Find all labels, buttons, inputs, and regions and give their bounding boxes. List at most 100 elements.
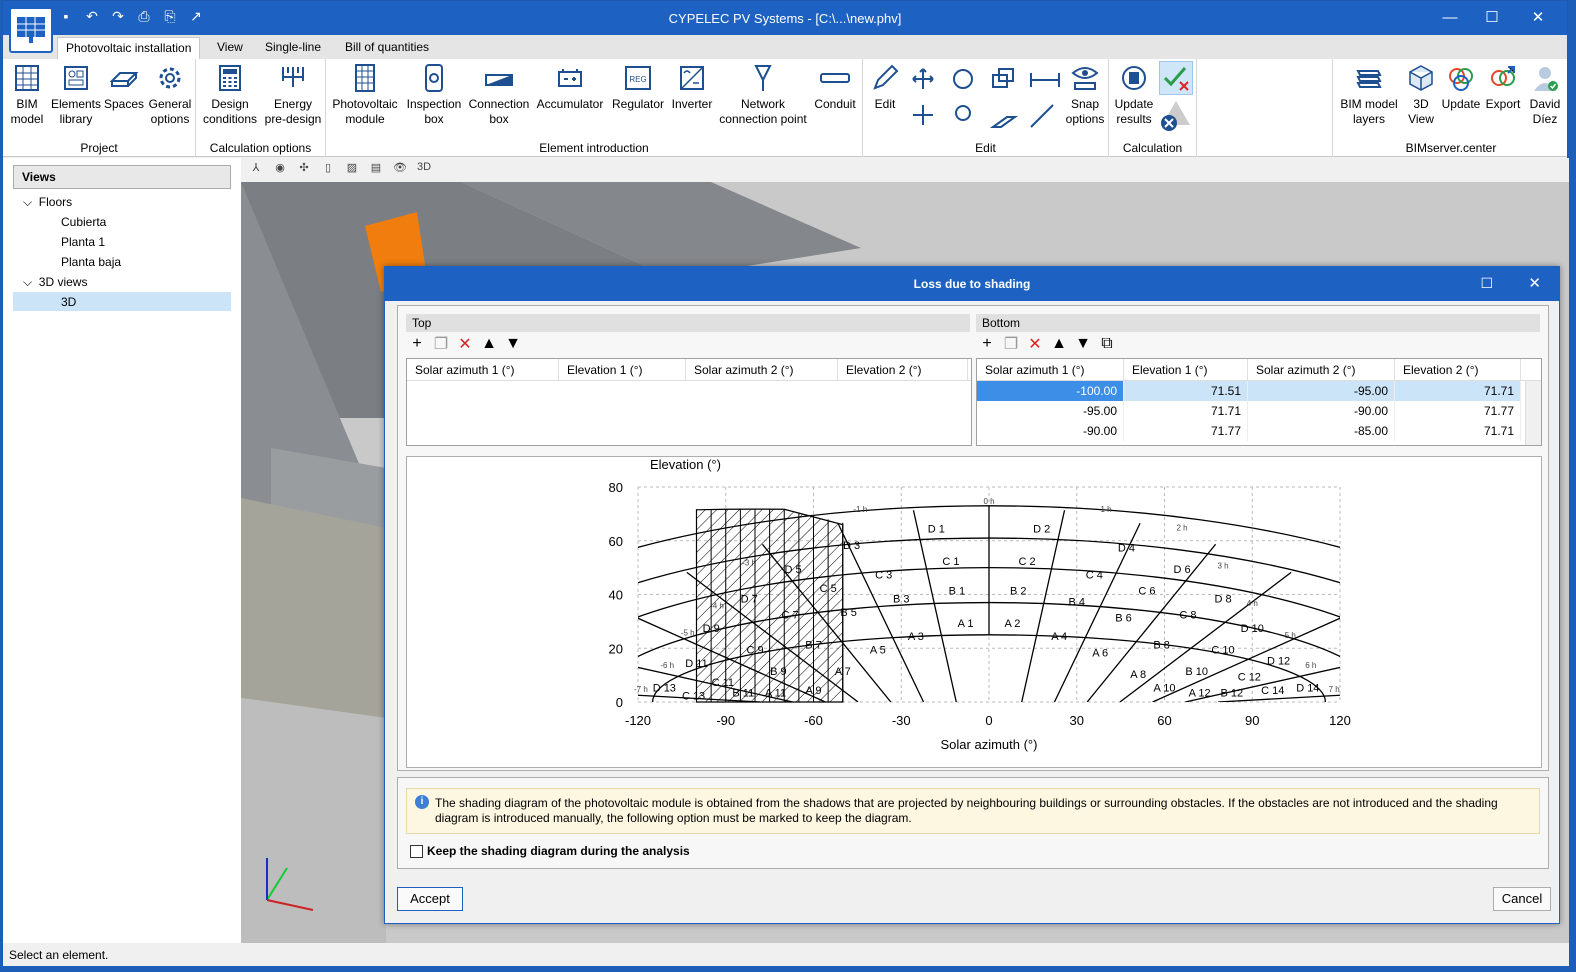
inverter-button[interactable]: Inverter [668, 63, 716, 112]
pencil-icon [873, 64, 899, 90]
cancel-button[interactable]: Cancel [1493, 887, 1551, 911]
shading-panel: Top + ❐ ✕ ▲ ▼ Solar azimuth 1 (°) Elevation … [397, 305, 1549, 771]
wire-icon[interactable]: ▤ [367, 161, 385, 179]
connection-box-button[interactable]: Connection box [466, 63, 532, 127]
tab-photovoltaic-installation[interactable]: Photovoltaic installation [57, 37, 201, 59]
visibility-icon[interactable]: ◉ [271, 161, 289, 179]
zone-label: C 2 [1018, 556, 1035, 568]
table-cell[interactable]: 71.51 [1124, 381, 1248, 401]
move-up-icon[interactable]: ▲ [1050, 335, 1068, 353]
keep-diagram-checkbox[interactable] [410, 844, 423, 858]
tree-item-planta-1[interactable]: Planta 1 [61, 235, 105, 249]
maximize-button[interactable]: ☐ [1477, 7, 1507, 29]
table-cell[interactable]: -90.00 [1248, 401, 1395, 421]
y-axis-label: Elevation (°) [650, 457, 721, 472]
axes-icon[interactable]: ⅄ [247, 161, 265, 179]
energy-pre-design-button[interactable]: Energy pre-design [262, 63, 324, 127]
delete-icon[interactable]: ✕ [1026, 334, 1044, 354]
table-cell[interactable]: -100.00 [977, 381, 1124, 401]
copy-icon[interactable]: ❐ [1002, 334, 1020, 354]
bim-update-button[interactable]: Update [1441, 63, 1481, 112]
design-conditions-button[interactable]: Design conditions [200, 63, 260, 127]
table-cell[interactable]: -95.00 [1248, 381, 1395, 401]
table-row[interactable]: -95.00 71.71 -90.00 71.77 [977, 401, 1541, 421]
table-cell[interactable]: 71.71 [1395, 421, 1521, 441]
tab-view[interactable]: View [209, 37, 251, 59]
group-element-introduction: Photovoltaic module Inspection box Conne… [326, 59, 863, 157]
snap-options-button[interactable]: Snap options [1063, 63, 1107, 127]
spaces-button[interactable]: Spaces [103, 63, 145, 112]
table-cell[interactable]: -85.00 [1248, 421, 1395, 441]
conduit-button[interactable]: Conduit [810, 63, 860, 112]
tree-item-floors[interactable]: ⌵ Floors [23, 195, 72, 210]
edit-button[interactable]: Edit [867, 63, 903, 112]
tree-item-3d-views[interactable]: ⌵ 3D views [23, 275, 87, 290]
zone-label: D 12 [1267, 655, 1290, 667]
delete-icon[interactable]: ✕ [456, 334, 474, 354]
bim-model-layers-button[interactable]: BIM model layers [1337, 63, 1401, 127]
eye-icon[interactable]: 👁 [391, 161, 409, 179]
edit-tools-icons[interactable] [907, 65, 1067, 135]
close-button[interactable]: ✕ [1523, 7, 1553, 29]
table-cell[interactable]: 71.71 [1124, 401, 1248, 421]
bim-model-button[interactable]: BIM model [7, 63, 47, 127]
zone-label: B 12 [1220, 688, 1243, 700]
import-icon[interactable]: ⧉ [1098, 335, 1116, 353]
tree-item-cubierta[interactable]: Cubierta [61, 215, 106, 229]
app-logo-icon[interactable] [9, 7, 53, 53]
keep-diagram-option[interactable]: Keep the shading diagram during the anal… [410, 844, 690, 858]
hour-label: 7 h [1329, 685, 1340, 694]
table-cell[interactable]: 71.71 [1395, 381, 1521, 401]
section-icon[interactable]: ▯ [319, 161, 337, 179]
views-header: Views [13, 165, 231, 189]
table-cell[interactable]: -90.00 [977, 421, 1124, 441]
render-icon[interactable]: ▨ [343, 161, 361, 179]
photovoltaic-module-button[interactable]: Photovoltaic module [330, 63, 400, 127]
copy-icon[interactable]: ❐ [432, 334, 450, 354]
elements-library-button[interactable]: Elements library [49, 63, 103, 127]
minimize-button[interactable]: — [1435, 7, 1465, 29]
move-down-icon[interactable]: ▼ [1074, 335, 1092, 353]
tab-single-line[interactable]: Single-line [257, 37, 329, 59]
group-project: BIM model Elements library Spaces Genera… [3, 59, 196, 157]
accumulator-button[interactable]: Accumulator [534, 63, 606, 112]
tab-bill-of-quantities[interactable]: Bill of quantities [337, 37, 437, 59]
update-results-button[interactable]: Update results [1111, 63, 1157, 127]
regulator-button[interactable]: REG Regulator [608, 63, 668, 112]
zone-label: A 8 [1130, 669, 1146, 681]
zone-label: C 4 [1086, 569, 1103, 581]
bim-export-icon [1491, 66, 1515, 86]
general-options-button[interactable]: General options [147, 63, 193, 127]
x-tick-label: -90 [716, 713, 735, 728]
warnings-icon[interactable] [1159, 97, 1193, 133]
dialog-maximize-button[interactable]: ☐ [1480, 275, 1493, 292]
table-row[interactable]: -90.00 71.77 -85.00 71.71 [977, 421, 1541, 441]
spaces-icon [109, 72, 139, 87]
table-scrollbar[interactable] [1525, 381, 1541, 445]
check-results-icon[interactable] [1159, 61, 1193, 95]
group-bimserver: BIM model layers 3D View Update Export D… [1333, 59, 1569, 157]
move-down-icon[interactable]: ▼ [504, 335, 522, 353]
tree-item-3d[interactable]: 3D [13, 292, 231, 311]
chevron-down-icon[interactable]: ⌵ [23, 195, 32, 209]
dialog-close-button[interactable]: ✕ [1528, 274, 1541, 292]
add-icon[interactable]: + [978, 335, 996, 353]
network-connection-point-button[interactable]: Network connection point [716, 63, 810, 127]
move-up-icon[interactable]: ▲ [480, 335, 498, 353]
inspection-box-icon [425, 64, 443, 92]
inspection-box-button[interactable]: Inspection box [404, 63, 464, 127]
chevron-down-icon[interactable]: ⌵ [23, 275, 32, 289]
3d-view-button[interactable]: 3D View [1403, 63, 1439, 127]
orbit-icon[interactable]: ✣ [295, 161, 313, 179]
table-cell[interactable]: -95.00 [977, 401, 1124, 421]
accept-button[interactable]: Accept [397, 887, 463, 911]
user-account-button[interactable]: David Díez [1525, 63, 1565, 127]
3d-icon[interactable]: 3D [415, 161, 433, 179]
table-cell[interactable]: 71.77 [1395, 401, 1521, 421]
tree-item-planta-baja[interactable]: Planta baja [61, 255, 121, 269]
table-row[interactable]: -100.00 71.51 -95.00 71.71 [977, 381, 1541, 401]
bim-export-button[interactable]: Export [1483, 63, 1523, 112]
table-cell[interactable]: 71.77 [1124, 421, 1248, 441]
hour-label: 1 h [1100, 505, 1111, 514]
add-icon[interactable]: + [408, 335, 426, 353]
